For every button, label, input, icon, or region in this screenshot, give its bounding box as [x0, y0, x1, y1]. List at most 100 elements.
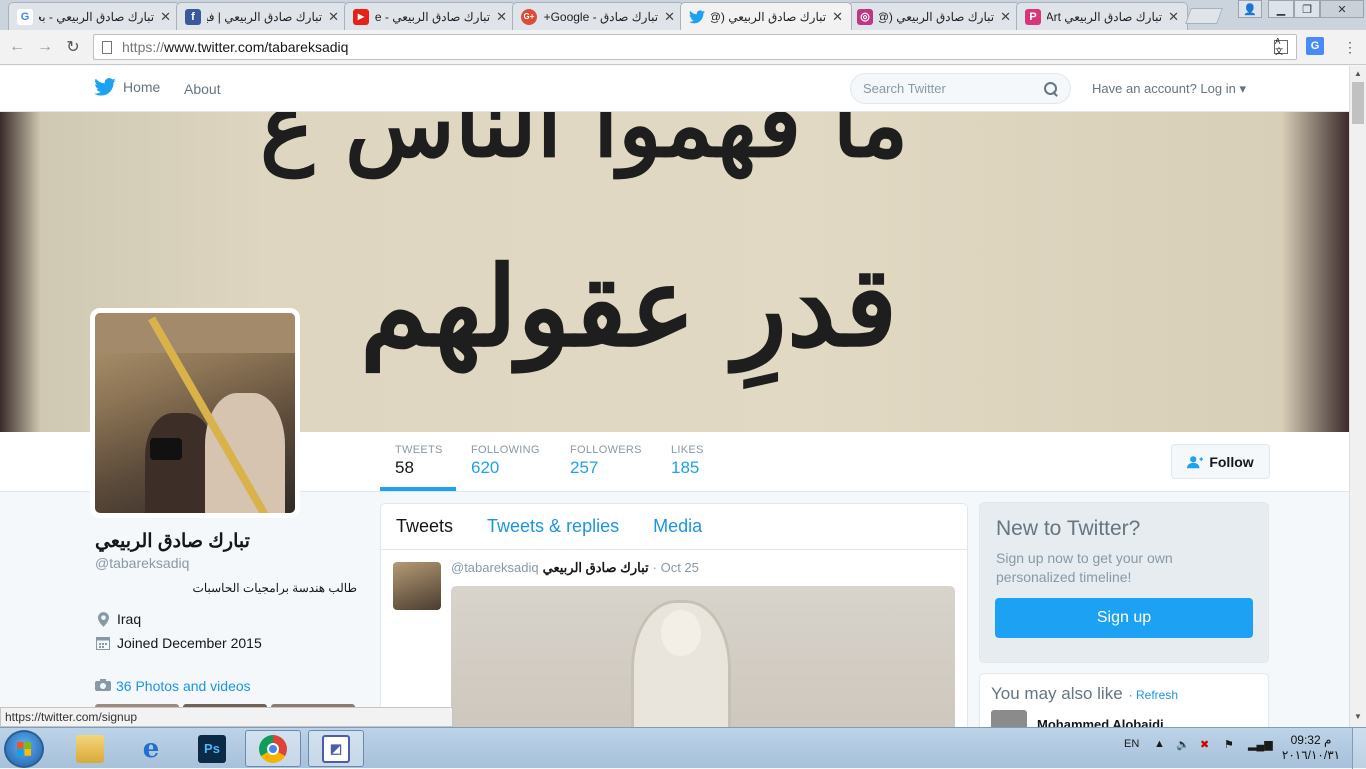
app-window-icon: ◩: [322, 734, 350, 763]
close-tab-icon[interactable]: ✕: [328, 9, 339, 25]
close-tab-icon[interactable]: ✕: [1000, 9, 1011, 25]
language-indicator[interactable]: EN: [1124, 738, 1139, 750]
tab-tweets-replies[interactable]: Tweets & replies: [487, 516, 619, 537]
scroll-up-arrow-icon[interactable]: ▲: [1354, 69, 1362, 78]
suggested-user[interactable]: Mohammed Alobaidi: [991, 710, 1257, 727]
forward-arrow-icon[interactable]: →: [36, 38, 54, 56]
scroll-down-arrow-icon[interactable]: ▼: [1354, 712, 1362, 721]
stat-label: TWEETS: [395, 444, 443, 456]
address-bar[interactable]: https:// www.twitter.com/tabareksadiq A文: [93, 34, 1297, 60]
new-tab-button[interactable]: [1185, 8, 1223, 24]
folder-icon: [76, 734, 104, 763]
taskbar-app[interactable]: ◩: [308, 730, 364, 767]
taskbar-ie[interactable]: e: [123, 730, 179, 767]
close-tab-icon[interactable]: ✕: [1168, 9, 1179, 25]
banner-text-line1: ما فهموا الناس ع: [260, 112, 909, 178]
system-clock[interactable]: 09:32 م ٢٠١٦/١٠/٣١: [1280, 733, 1342, 763]
stat-label: FOLLOWING: [471, 444, 540, 456]
tab-tweets[interactable]: Tweets: [396, 516, 453, 537]
tweet-author-name[interactable]: تبارك صادق الربيعي: [543, 560, 649, 576]
chrome-menu-icon[interactable]: ⋮: [1343, 39, 1357, 56]
caret-down-icon: ▾: [1239, 81, 1246, 96]
browser-tab-googleplus[interactable]: G+ تبارك صادق - Google+ ✕: [512, 2, 684, 30]
browser-tab-google[interactable]: G تبارك صادق الربيعي - بحث ✕: [8, 2, 180, 30]
stat-followers[interactable]: FOLLOWERS 257: [570, 444, 642, 478]
login-link[interactable]: Log in: [1200, 81, 1235, 96]
about-link[interactable]: About: [184, 81, 221, 97]
avatar-bg: [95, 313, 295, 353]
follow-button[interactable]: Follow: [1171, 444, 1270, 479]
timeline: Tweets Tweets & replies Media @tabareksa…: [380, 503, 968, 727]
tweet-handle[interactable]: @tabareksadiq: [451, 560, 539, 576]
photos-label: 36 Photos and videos: [116, 678, 251, 694]
reload-icon[interactable]: ↻: [64, 38, 82, 56]
back-arrow-icon[interactable]: ←: [8, 38, 26, 56]
window-close-icon[interactable]: ✕: [1320, 0, 1364, 18]
home-link[interactable]: Home: [94, 78, 160, 96]
refresh-link[interactable]: · Refresh: [1129, 688, 1178, 702]
google-icon: G: [17, 8, 33, 25]
browser-tab-picsart[interactable]: P تبارك صادق الربيعي Art ✕: [1016, 2, 1188, 30]
page-translate-icon[interactable]: A文: [1274, 37, 1288, 56]
signup-card: New to Twitter? Sign up now to get your …: [979, 502, 1269, 663]
browser-tab-youtube[interactable]: ▶ تبارك صادق الربيعي - YouTube ✕: [344, 2, 516, 30]
profile-handle[interactable]: @tabareksadiq: [95, 555, 189, 571]
signal-icon[interactable]: ▂▄▆: [1248, 738, 1273, 751]
taskbar-photoshop[interactable]: Ps: [184, 730, 240, 767]
minimize-icon[interactable]: ▁: [1268, 0, 1294, 18]
tweet-avatar[interactable]: [393, 562, 441, 610]
show-desktop-button[interactable]: [1352, 728, 1366, 769]
active-stat-underline: [380, 487, 456, 491]
joined-text: Joined December 2015: [117, 635, 262, 651]
close-tab-icon[interactable]: ✕: [832, 9, 843, 25]
instagram-icon: ◎: [857, 8, 873, 25]
volume-icon[interactable]: 🔈: [1176, 738, 1190, 751]
follow-user-icon: [1187, 455, 1204, 468]
start-button[interactable]: [4, 730, 44, 768]
stat-following[interactable]: FOLLOWING 620: [471, 444, 540, 478]
tweet[interactable]: @tabareksadiq تبارك صادق الربيعي · Oct 2…: [381, 550, 967, 727]
suggested-user-name: Mohammed Alobaidi: [1037, 716, 1164, 728]
tab-media[interactable]: Media: [653, 516, 702, 537]
youtube-icon: ▶: [353, 8, 369, 25]
stat-tweets[interactable]: TWEETS 58: [395, 444, 443, 478]
restore-icon[interactable]: ❐: [1294, 0, 1320, 18]
search-input[interactable]: Search Twitter: [850, 73, 1071, 104]
user-profile-icon[interactable]: 👤: [1238, 0, 1262, 18]
login-menu[interactable]: Have an account? Log in ▾: [1092, 81, 1246, 97]
google-translate-extension-icon[interactable]: G: [1306, 37, 1324, 55]
tab-title: تبارك صادق الربيعي - بحث: [39, 9, 155, 24]
close-tab-icon[interactable]: ✕: [496, 9, 507, 25]
photoshop-icon: Ps: [198, 734, 226, 763]
close-tab-icon[interactable]: ✕: [160, 9, 171, 25]
suggestions-card: You may also like · Refresh Mohammed Alo…: [979, 673, 1269, 727]
browser-tab-facebook[interactable]: f تبارك صادق الربيعي | فيسبوك ✕: [176, 2, 348, 30]
close-tab-icon[interactable]: ✕: [664, 9, 675, 25]
tweet-media-image[interactable]: [451, 586, 955, 727]
link-status-bar: https://twitter.com/signup: [0, 707, 453, 727]
profile-avatar[interactable]: [90, 308, 300, 518]
tab-title: تبارك صادق الربيعي Art: [1047, 9, 1163, 24]
stat-likes[interactable]: LIKES 185: [671, 444, 704, 478]
signup-button[interactable]: Sign up: [995, 598, 1253, 638]
profile-name[interactable]: تبارك صادق الربيعي: [95, 530, 250, 553]
page-scrollbar[interactable]: ▲ ▼: [1349, 66, 1366, 727]
scrollbar-thumb[interactable]: [1352, 82, 1364, 124]
page-info-icon[interactable]: [102, 40, 112, 54]
tweet-image-figure: [631, 600, 731, 727]
facebook-icon: f: [185, 8, 201, 25]
tray-expand-icon[interactable]: ▲: [1154, 738, 1165, 750]
action-center-icon[interactable]: ⚑: [1224, 738, 1234, 751]
browser-tab-twitter[interactable]: تبارك صادق الربيعي (@ ✕: [680, 2, 852, 30]
stat-label: FOLLOWERS: [570, 444, 642, 456]
taskbar-chrome[interactable]: [245, 730, 301, 767]
browser-tab-instagram[interactable]: ◎ تبارك صادق الربيعي (@ ✕: [848, 2, 1020, 30]
tab-title: تبارك صادق الربيعي (@: [879, 9, 995, 24]
photos-link[interactable]: 36 Photos and videos: [95, 678, 251, 694]
tweet-date[interactable]: · Oct 25: [653, 560, 699, 576]
search-icon[interactable]: [1044, 81, 1058, 96]
location-text: Iraq: [117, 611, 142, 627]
network-error-icon[interactable]: ✖: [1200, 738, 1209, 751]
taskbar-explorer[interactable]: [62, 730, 118, 767]
tab-title: تبارك صادق - Google+: [543, 9, 659, 24]
